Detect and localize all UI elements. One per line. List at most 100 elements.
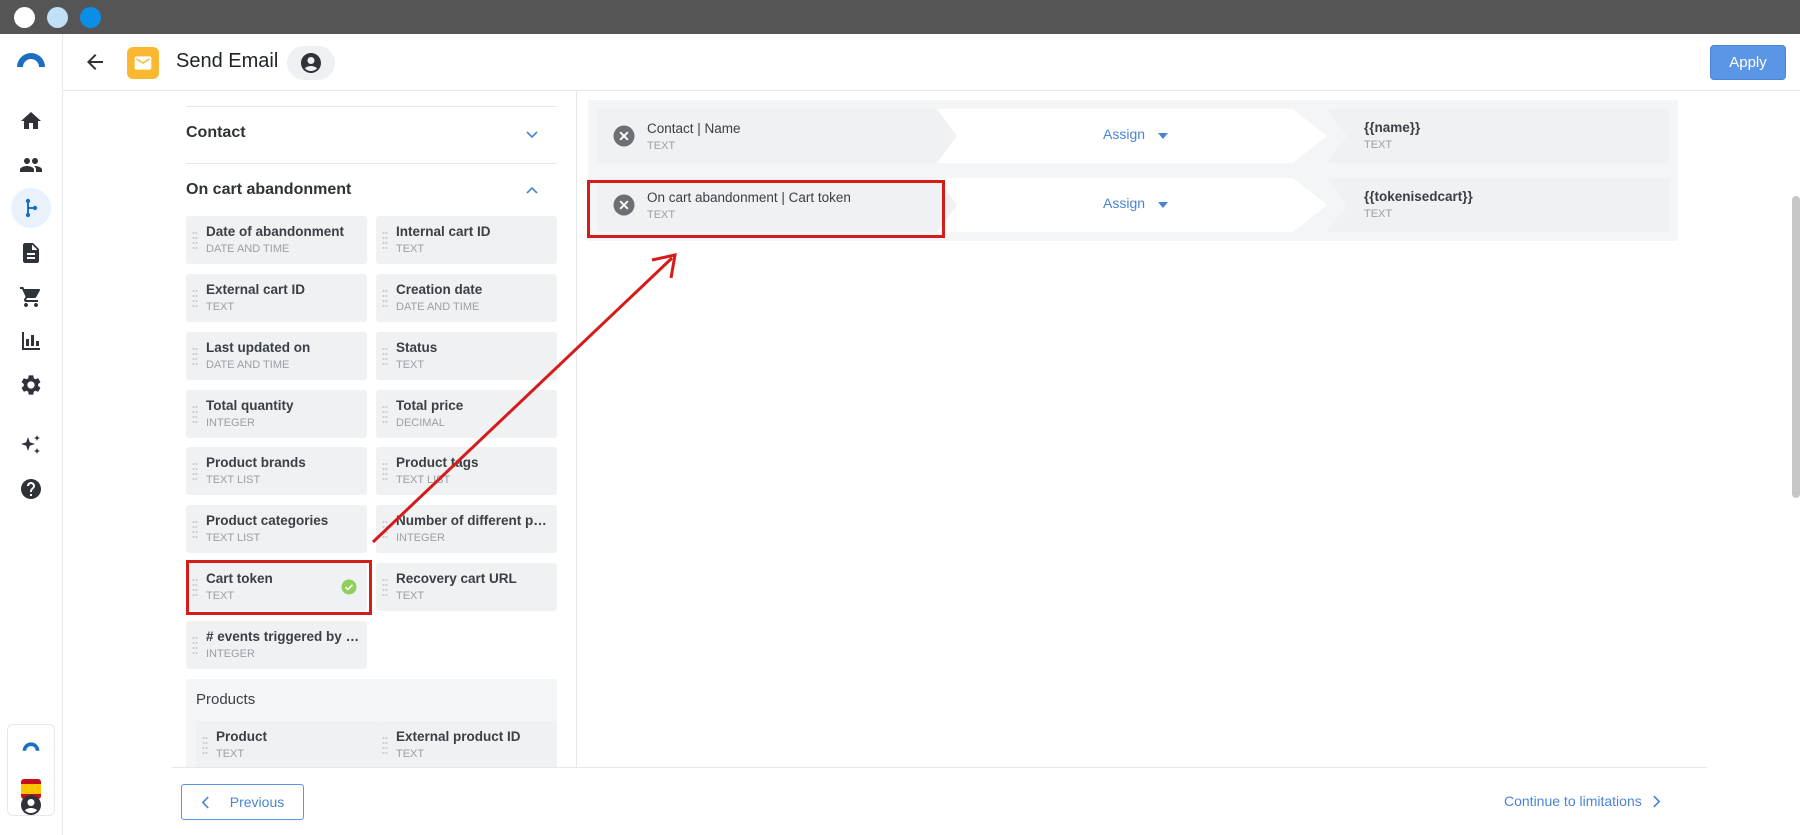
field-card[interactable]: External product ID TEXT — [376, 721, 557, 767]
caret-down-icon[interactable] — [1158, 202, 1168, 208]
field-card[interactable]: Product brands TEXT LIST — [186, 447, 367, 495]
field-card[interactable]: # events triggered by t… INTEGER — [186, 621, 367, 669]
user-icon[interactable] — [17, 791, 45, 819]
brand-logo-icon — [21, 739, 41, 753]
field-name: Product tags — [396, 455, 479, 470]
field-card[interactable]: Status TEXT — [376, 332, 557, 380]
window-close-button[interactable] — [14, 7, 35, 28]
account-circle-icon[interactable] — [287, 46, 335, 80]
previous-button[interactable]: Previous — [181, 784, 304, 820]
field-name: Date of abandonment — [206, 224, 345, 239]
field-name: Total quantity — [206, 398, 294, 413]
drag-handle-icon[interactable] — [382, 404, 388, 424]
people-icon[interactable] — [17, 151, 45, 179]
field-name: Status — [396, 340, 438, 355]
window-titlebar — [0, 0, 1800, 34]
mapping-row: Contact | Name TEXT {{name}} TEXT Assign — [597, 109, 1669, 163]
chevron-left-icon — [201, 796, 209, 808]
field-name: Number of different pr… — [396, 513, 551, 528]
field-name: Total price — [396, 398, 464, 413]
highlight-box-cart-token — [186, 560, 372, 615]
drag-handle-icon[interactable] — [192, 635, 198, 655]
drag-handle-icon[interactable] — [192, 404, 198, 424]
assign-dropdown[interactable]: Assign — [1103, 126, 1145, 142]
page-header: Send Email Apply — [63, 34, 1800, 91]
cart-icon[interactable] — [17, 283, 45, 311]
field-type: TEXT — [396, 359, 425, 371]
drag-handle-icon[interactable] — [382, 735, 388, 755]
chevron-down-icon — [526, 131, 538, 139]
flow-icon[interactable] — [11, 188, 51, 228]
chart-icon[interactable] — [17, 327, 45, 355]
home-icon[interactable] — [17, 107, 45, 135]
window-maximize-button[interactable] — [80, 7, 101, 28]
logo-icon[interactable] — [15, 48, 47, 70]
field-type: INTEGER — [396, 532, 445, 544]
mapping-target-shape — [1327, 109, 1669, 163]
field-card[interactable]: Total price DECIMAL — [376, 390, 557, 438]
drag-handle-icon[interactable] — [192, 461, 198, 481]
field-type: TEXT LIST — [396, 474, 451, 486]
drag-handle-icon[interactable] — [192, 230, 198, 250]
drag-handle-icon[interactable] — [382, 346, 388, 366]
back-arrow-icon[interactable] — [83, 50, 107, 74]
field-card[interactable]: Product categories TEXT LIST — [186, 505, 367, 553]
continue-link[interactable]: Continue to limitations — [1504, 793, 1661, 809]
highlight-box-mapping — [587, 180, 945, 238]
apply-button[interactable]: Apply — [1710, 45, 1786, 80]
field-name: Last updated on — [206, 340, 311, 355]
field-type: DATE AND TIME — [396, 301, 480, 313]
section-title: Contact — [186, 124, 246, 141]
field-list-panel: Contact On cart abandonment Date of aban… — [172, 91, 577, 767]
sparkle-icon[interactable] — [17, 431, 45, 459]
field-card[interactable]: Product tags TEXT LIST — [376, 447, 557, 495]
field-name: External product ID — [396, 729, 521, 744]
remove-icon[interactable] — [613, 125, 635, 147]
field-card[interactable]: Product TEXT — [196, 721, 377, 767]
field-card[interactable]: Date of abandonment DATE AND TIME — [186, 216, 367, 264]
field-card[interactable]: Creation date DATE AND TIME — [376, 274, 557, 322]
products-title: Products — [196, 691, 256, 708]
drag-handle-icon[interactable] — [192, 346, 198, 366]
drag-handle-icon[interactable] — [382, 577, 388, 597]
drag-handle-icon[interactable] — [192, 519, 198, 539]
window-minimize-button[interactable] — [47, 7, 68, 28]
target-type: TEXT — [1364, 139, 1393, 151]
drag-handle-icon[interactable] — [382, 519, 388, 539]
field-type: TEXT — [396, 590, 425, 602]
target-type: TEXT — [1364, 208, 1393, 220]
field-card[interactable]: Number of different pr… INTEGER — [376, 505, 557, 553]
caret-down-icon[interactable] — [1158, 133, 1168, 139]
field-type: TEXT — [206, 301, 235, 313]
section-contact[interactable]: Contact — [186, 106, 557, 163]
field-card[interactable]: External cart ID TEXT — [186, 274, 367, 322]
field-card[interactable]: Total quantity INTEGER — [186, 390, 367, 438]
continue-label: Continue to limitations — [1504, 793, 1642, 809]
field-name: Internal cart ID — [396, 224, 491, 239]
gear-icon[interactable] — [17, 371, 45, 399]
target-name: {{tokenisedcart}} — [1364, 189, 1473, 204]
field-type: INTEGER — [206, 417, 255, 429]
mapping-target: {{tokenisedcart}} TEXT — [1327, 178, 1669, 232]
field-name: Product brands — [206, 455, 306, 470]
document-icon[interactable] — [17, 239, 45, 267]
products-group: Products Product TEXT External product I… — [186, 679, 557, 767]
section-on-cart-abandonment[interactable]: On cart abandonment — [186, 163, 557, 220]
field-type: DECIMAL — [396, 417, 445, 429]
field-type: TEXT — [216, 748, 245, 760]
help-icon[interactable] — [17, 475, 45, 503]
scrollbar[interactable] — [1792, 196, 1800, 498]
field-card[interactable]: Internal cart ID TEXT — [376, 216, 557, 264]
target-name: {{name}} — [1364, 120, 1421, 135]
drag-handle-icon[interactable] — [382, 461, 388, 481]
drag-handle-icon[interactable] — [382, 288, 388, 308]
wizard-footer: Previous Continue to limitations — [172, 767, 1707, 835]
field-name: Product categories — [206, 513, 329, 528]
drag-handle-icon[interactable] — [202, 735, 208, 755]
drag-handle-icon[interactable] — [382, 230, 388, 250]
field-name: External cart ID — [206, 282, 306, 297]
drag-handle-icon[interactable] — [192, 288, 198, 308]
field-card[interactable]: Recovery cart URL TEXT — [376, 563, 557, 611]
field-card[interactable]: Last updated on DATE AND TIME — [186, 332, 367, 380]
assign-dropdown[interactable]: Assign — [1103, 195, 1145, 211]
